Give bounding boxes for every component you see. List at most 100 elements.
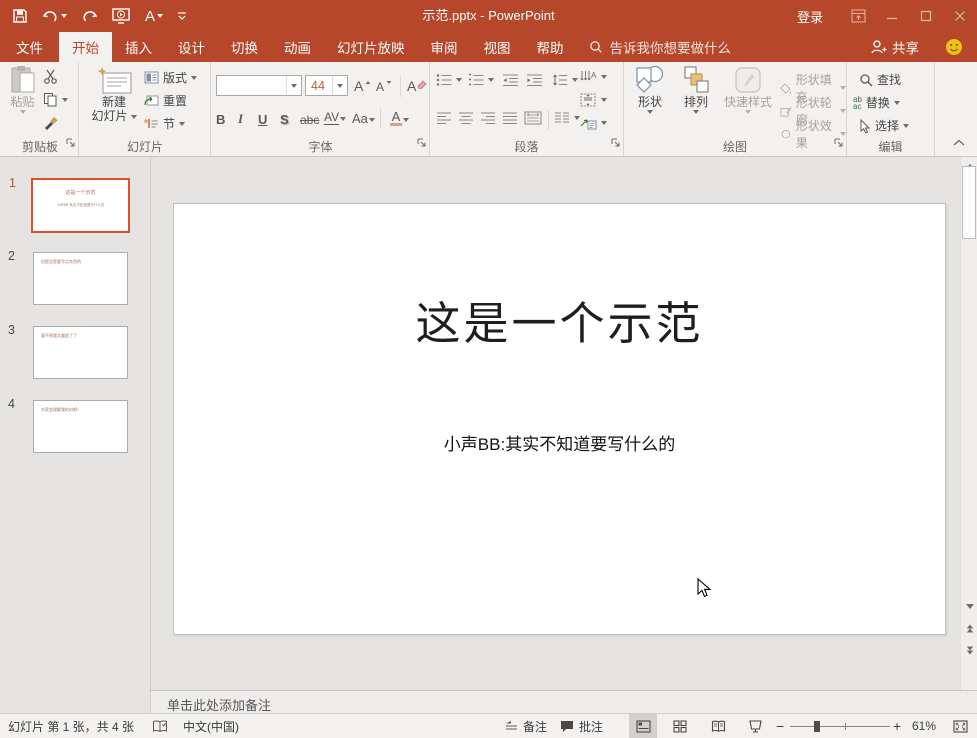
justify-button[interactable] [502, 111, 518, 125]
zoom-slider-track[interactable] [790, 726, 890, 727]
drawing-dialog-launcher[interactable] [834, 134, 843, 152]
fit-slide-to-window-button[interactable] [946, 714, 974, 738]
layout-button[interactable]: 版式 [144, 69, 197, 86]
shapes-button[interactable]: 形状 [630, 65, 670, 114]
increase-font-size-button[interactable]: A [354, 76, 372, 94]
sign-in-button[interactable]: 登录 [779, 7, 841, 26]
shape-fill-dropdown-icon[interactable] [840, 86, 846, 90]
font-color-button[interactable]: A [390, 108, 409, 126]
bullets-button[interactable] [436, 73, 462, 87]
line-spacing-button[interactable] [552, 73, 578, 87]
clear-formatting-button[interactable]: A [407, 76, 427, 94]
bold-button[interactable]: B [216, 109, 225, 127]
layout-dropdown-icon[interactable] [191, 76, 197, 80]
replace-button[interactable]: ab ac 替换 [853, 94, 900, 111]
tab-file[interactable]: 文件 [0, 32, 59, 62]
notes-placeholder[interactable]: 单击此处添加备注 [167, 695, 271, 714]
font-size-combobox[interactable]: 44 [305, 75, 348, 96]
zoom-slider-handle[interactable] [814, 721, 820, 732]
find-button[interactable]: 查找 [859, 71, 901, 88]
arrange-dropdown-icon[interactable] [693, 110, 699, 114]
previous-slide-button[interactable] [961, 620, 977, 636]
align-center-button[interactable] [458, 111, 474, 125]
copy-dropdown-icon[interactable] [62, 98, 68, 102]
tab-animations[interactable]: 动画 [271, 32, 324, 62]
copy-button[interactable] [43, 92, 68, 107]
scrollbar-thumb[interactable] [962, 166, 976, 239]
tab-help[interactable]: 帮助 [524, 32, 577, 62]
tab-home[interactable]: 开始 [59, 32, 112, 62]
tell-me-search[interactable]: 告诉我你想要做什么 [577, 32, 744, 62]
paragraph-dialog-launcher[interactable] [611, 134, 620, 152]
view-normal-button[interactable] [629, 714, 657, 738]
tab-view[interactable]: 视图 [471, 32, 524, 62]
convert-smartart-button[interactable] [580, 116, 607, 130]
character-spacing-button[interactable]: AV [324, 107, 346, 125]
clipboard-dialog-launcher[interactable] [66, 134, 75, 152]
replace-dropdown-icon[interactable] [894, 101, 900, 105]
columns-button[interactable] [554, 111, 580, 125]
tab-transitions[interactable]: 切换 [218, 32, 271, 62]
align-text-button[interactable] [580, 93, 607, 107]
smartart-dropdown-icon[interactable] [601, 121, 607, 125]
scroll-down-button[interactable] [961, 598, 977, 614]
new-slide-button[interactable]: 新建 幻灯片 [88, 65, 140, 123]
tab-design[interactable]: 设计 [165, 32, 218, 62]
collapse-ribbon-button[interactable] [953, 133, 965, 151]
quick-styles-button[interactable]: 快速样式 [720, 65, 776, 114]
slide-title-text[interactable]: 这是一个示范 [174, 287, 945, 352]
thumbnail-slide-1[interactable]: 这是一个示范 小声BB:其实不知道要写什么的 [31, 178, 130, 233]
font-dialog-launcher[interactable] [417, 134, 426, 152]
decrease-font-size-button[interactable]: A [376, 76, 393, 94]
share-button[interactable]: 共享 [870, 37, 919, 57]
character-spacing-dropdown-icon[interactable] [340, 117, 346, 121]
section-dropdown-icon[interactable] [179, 122, 185, 126]
numbering-dropdown-icon[interactable] [488, 78, 494, 82]
font-size-dropdown-icon[interactable] [332, 76, 347, 95]
paste-button[interactable]: 粘贴 [6, 65, 39, 114]
tab-slideshow[interactable]: 幻灯片放映 [324, 32, 418, 62]
notes-toggle-button[interactable]: 备注 [505, 714, 547, 738]
tab-insert[interactable]: 插入 [112, 32, 165, 62]
paste-dropdown-icon[interactable] [20, 110, 26, 114]
close-button[interactable] [943, 0, 977, 32]
tab-review[interactable]: 审阅 [418, 32, 471, 62]
line-spacing-dropdown-icon[interactable] [572, 78, 578, 82]
next-slide-button[interactable] [961, 642, 977, 658]
feedback-smiley-icon[interactable] [945, 38, 963, 56]
proofing-status-button[interactable] [152, 714, 168, 738]
view-slide-sorter-button[interactable] [666, 714, 694, 738]
bullets-dropdown-icon[interactable] [456, 78, 462, 82]
text-shadow-button[interactable]: S [280, 109, 289, 127]
distributed-button[interactable] [524, 111, 542, 125]
format-painter-button[interactable] [43, 115, 58, 130]
minimize-button[interactable] [875, 0, 909, 32]
vertical-scrollbar[interactable] [960, 157, 977, 690]
select-button[interactable]: 选择 [859, 117, 909, 134]
font-color-dropdown-icon[interactable] [403, 118, 409, 122]
language-status-button[interactable]: 中文(中国) [183, 714, 239, 738]
slide-counter[interactable]: 幻灯片 第 1 张，共 4 张 [8, 714, 134, 738]
thumbnail-slide-4[interactable]: 大家会理解我的对吧！ [33, 400, 128, 453]
cut-button[interactable] [43, 69, 58, 84]
align-text-dropdown-icon[interactable] [601, 98, 607, 102]
text-direction-dropdown-icon[interactable] [601, 75, 607, 79]
strikethrough-button[interactable]: abc [300, 109, 319, 127]
quick-styles-dropdown-icon[interactable] [745, 110, 751, 114]
ribbon-display-options-button[interactable] [841, 0, 875, 32]
reset-button[interactable]: 重置 [144, 92, 187, 109]
align-left-button[interactable] [436, 111, 452, 125]
increase-indent-button[interactable] [526, 73, 543, 87]
zoom-percentage[interactable]: 61% [912, 714, 936, 738]
align-right-button[interactable] [480, 111, 496, 125]
zoom-out-button[interactable]: − [776, 714, 784, 738]
slide-subtitle-text[interactable]: 小声BB:其实不知道要写什么的 [174, 430, 945, 455]
shapes-dropdown-icon[interactable] [647, 110, 653, 114]
slide-canvas[interactable]: 这是一个示范 小声BB:其实不知道要写什么的 [173, 203, 946, 635]
view-reading-button[interactable] [704, 714, 732, 738]
font-name-combobox[interactable] [216, 75, 302, 96]
notes-pane[interactable]: 单击此处添加备注 [150, 690, 977, 713]
underline-button[interactable]: U [258, 109, 267, 127]
decrease-indent-button[interactable] [502, 73, 519, 87]
comments-button[interactable]: 批注 [560, 714, 603, 738]
